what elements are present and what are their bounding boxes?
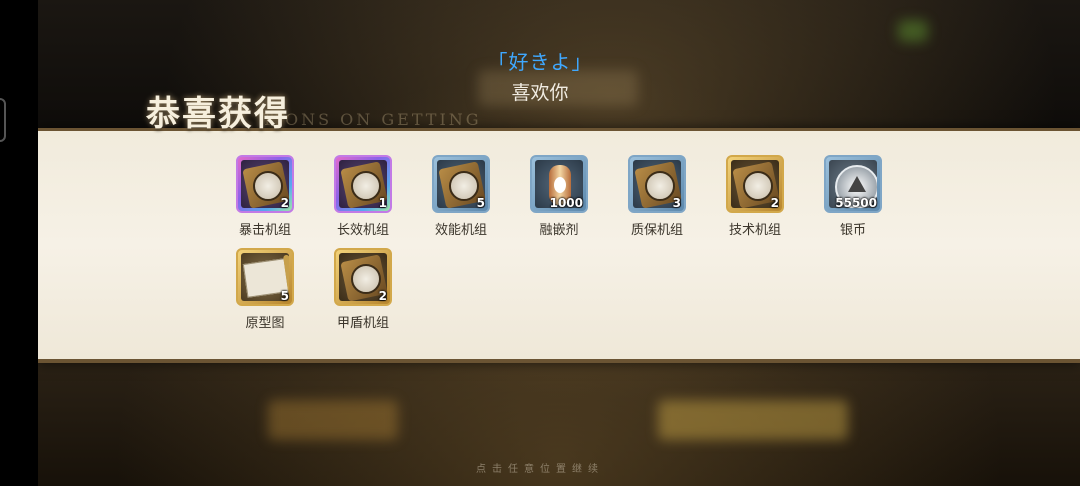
item-count: 1000 [549, 196, 583, 210]
item-name: 技术机组 [728, 223, 781, 238]
blurred-bg-button-right [658, 400, 848, 440]
item-name: 质保机组 [630, 223, 683, 238]
reward-title-english: TIONS ON GETTING [262, 110, 482, 129]
reward-item[interactable]: 55500 银币 [813, 155, 893, 238]
dialogue-subtitle-japanese: 「好きよ」 [487, 50, 593, 74]
reward-item[interactable]: 1000 融嵌剂 [519, 155, 599, 238]
reward-item[interactable]: 5 原型图 [225, 248, 305, 331]
item-frame: 55500 [824, 155, 882, 213]
item-name: 原型图 [245, 316, 285, 331]
item-name: 甲盾机组 [336, 316, 389, 331]
reward-item[interactable]: 5 效能机组 [421, 155, 501, 238]
item-count: 55500 [835, 196, 877, 210]
item-frame: 5 [432, 155, 490, 213]
item-name: 融嵌剂 [539, 223, 579, 238]
item-frame: 2 [236, 155, 294, 213]
blurred-bg-button-left [268, 400, 398, 440]
item-name: 暴击机组 [238, 223, 291, 238]
item-name: 效能机组 [434, 223, 487, 238]
item-frame: 2 [726, 155, 784, 213]
item-count: 3 [672, 196, 681, 210]
reward-title: 恭喜获得 [146, 94, 290, 134]
reward-item[interactable]: 1 长效机组 [323, 155, 403, 238]
item-name: 银币 [839, 223, 866, 238]
item-count: 5 [280, 289, 289, 303]
item-frame: 2 [334, 248, 392, 306]
item-count: 2 [770, 196, 779, 210]
item-count: 1 [378, 196, 387, 210]
item-count: 5 [476, 196, 485, 210]
item-frame: 1 [334, 155, 392, 213]
item-count: 2 [378, 289, 387, 303]
item-frame: 1000 [530, 155, 588, 213]
reward-item[interactable]: 2 暴击机组 [225, 155, 305, 238]
item-frame: 5 [236, 248, 294, 306]
item-name: 长效机组 [336, 223, 389, 238]
item-frame: 3 [628, 155, 686, 213]
blurred-bg-status [898, 20, 928, 42]
reward-item[interactable]: 2 技术机组 [715, 155, 795, 238]
item-count: 2 [280, 196, 289, 210]
reward-item[interactable]: 3 质保机组 [617, 155, 697, 238]
tap-to-continue-hint: 点击任意位置继续 [476, 464, 604, 475]
reward-item[interactable]: 2 甲盾机组 [323, 248, 403, 331]
